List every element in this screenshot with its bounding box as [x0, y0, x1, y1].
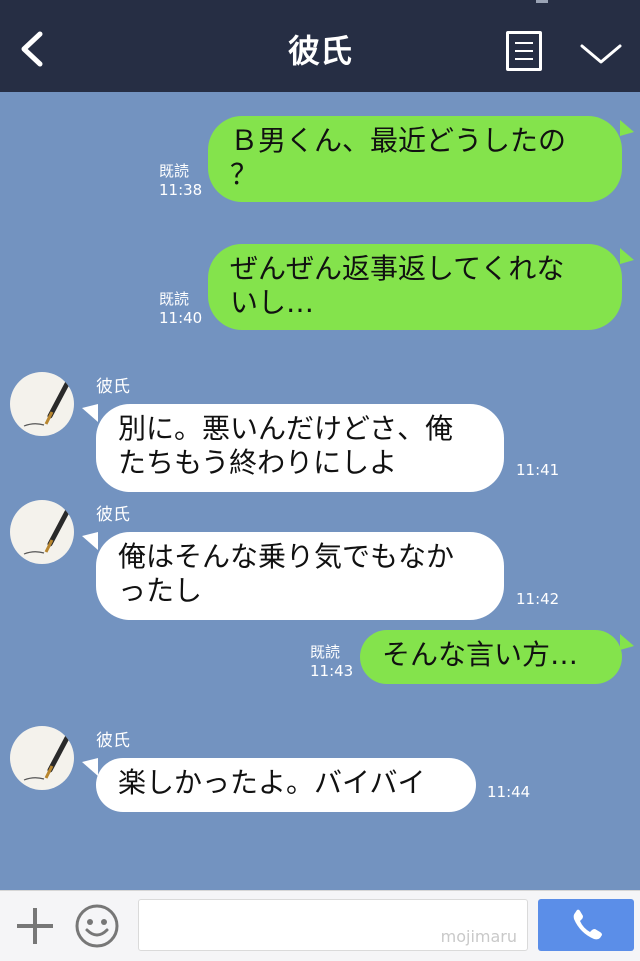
my-message-bubble[interactable]: ぜんぜん返事返してくれな いし… [208, 244, 622, 330]
message-line: そんな言い方… [382, 638, 579, 671]
watermark: mojimaru [440, 927, 517, 946]
message-time: 11:44 [487, 783, 531, 801]
call-button[interactable] [538, 899, 634, 951]
smiley-icon[interactable] [74, 903, 120, 949]
avatar[interactable] [10, 726, 74, 790]
chat-header: 彼氏 [0, 0, 640, 92]
message-line: いし… [230, 286, 315, 319]
message-composer: mojimaru [0, 890, 640, 961]
message-input[interactable]: mojimaru [138, 899, 528, 951]
message-line: 別に。悪いんだけどさ、俺 [118, 412, 454, 445]
bubble-tail [82, 404, 98, 422]
message-meta: 既読 11:38 [159, 162, 202, 200]
read-receipt: 既読 [310, 643, 341, 661]
bubble-tail [620, 120, 634, 136]
message-line: ったし [118, 574, 203, 607]
bubble-tail [82, 758, 98, 776]
plus-icon[interactable] [14, 905, 56, 947]
fountain-pen-icon [23, 733, 71, 781]
avatar[interactable] [10, 372, 74, 436]
message-line: ？ [230, 158, 259, 191]
sender-name: 彼氏 [96, 505, 130, 525]
chat-title: 彼氏 [287, 32, 352, 70]
their-message-bubble[interactable]: 楽しかったよ。バイバイ [96, 758, 476, 812]
phone-icon [573, 909, 602, 940]
message-time: 11:42 [516, 590, 560, 608]
message-time: 11:43 [310, 662, 354, 680]
my-message-bubble[interactable]: Ｂ男くん、最近どうしたの ？ [208, 116, 622, 202]
message-time: 11:41 [516, 461, 560, 479]
fountain-pen-icon [23, 379, 71, 427]
message-line: 楽しかったよ。バイバイ [118, 766, 426, 799]
message-line: Ｂ男くん、最近どうしたの [230, 124, 567, 157]
message-time: 11:40 [159, 309, 203, 327]
chevron-down-icon[interactable] [578, 38, 624, 68]
my-message-bubble[interactable]: そんな言い方… [360, 630, 622, 684]
message-line: 俺はそんな乗り気でもなか [118, 540, 455, 573]
sender-name: 彼氏 [96, 377, 130, 397]
avatar[interactable] [10, 500, 74, 564]
their-message-bubble[interactable]: 別に。悪いんだけどさ、俺 たちもう終わりにしよ [96, 404, 504, 492]
message-meta: 既読 11:43 [310, 643, 353, 681]
their-message-bubble[interactable]: 俺はそんな乗り気でもなか ったし [96, 532, 504, 620]
list-icon[interactable] [506, 31, 542, 71]
bubble-tail [82, 532, 98, 550]
bubble-tail [620, 248, 634, 264]
status-mark [536, 0, 548, 3]
read-receipt: 既読 [159, 162, 190, 180]
bubble-tail [620, 634, 634, 650]
message-meta: 既読 11:40 [159, 290, 202, 328]
fountain-pen-icon [23, 507, 71, 555]
sender-name: 彼氏 [96, 731, 130, 751]
read-receipt: 既読 [159, 290, 190, 308]
message-line: たちもう終わりにしよ [118, 446, 398, 479]
message-time: 11:38 [159, 181, 203, 199]
message-line: ぜんぜん返事返してくれな [230, 252, 565, 285]
